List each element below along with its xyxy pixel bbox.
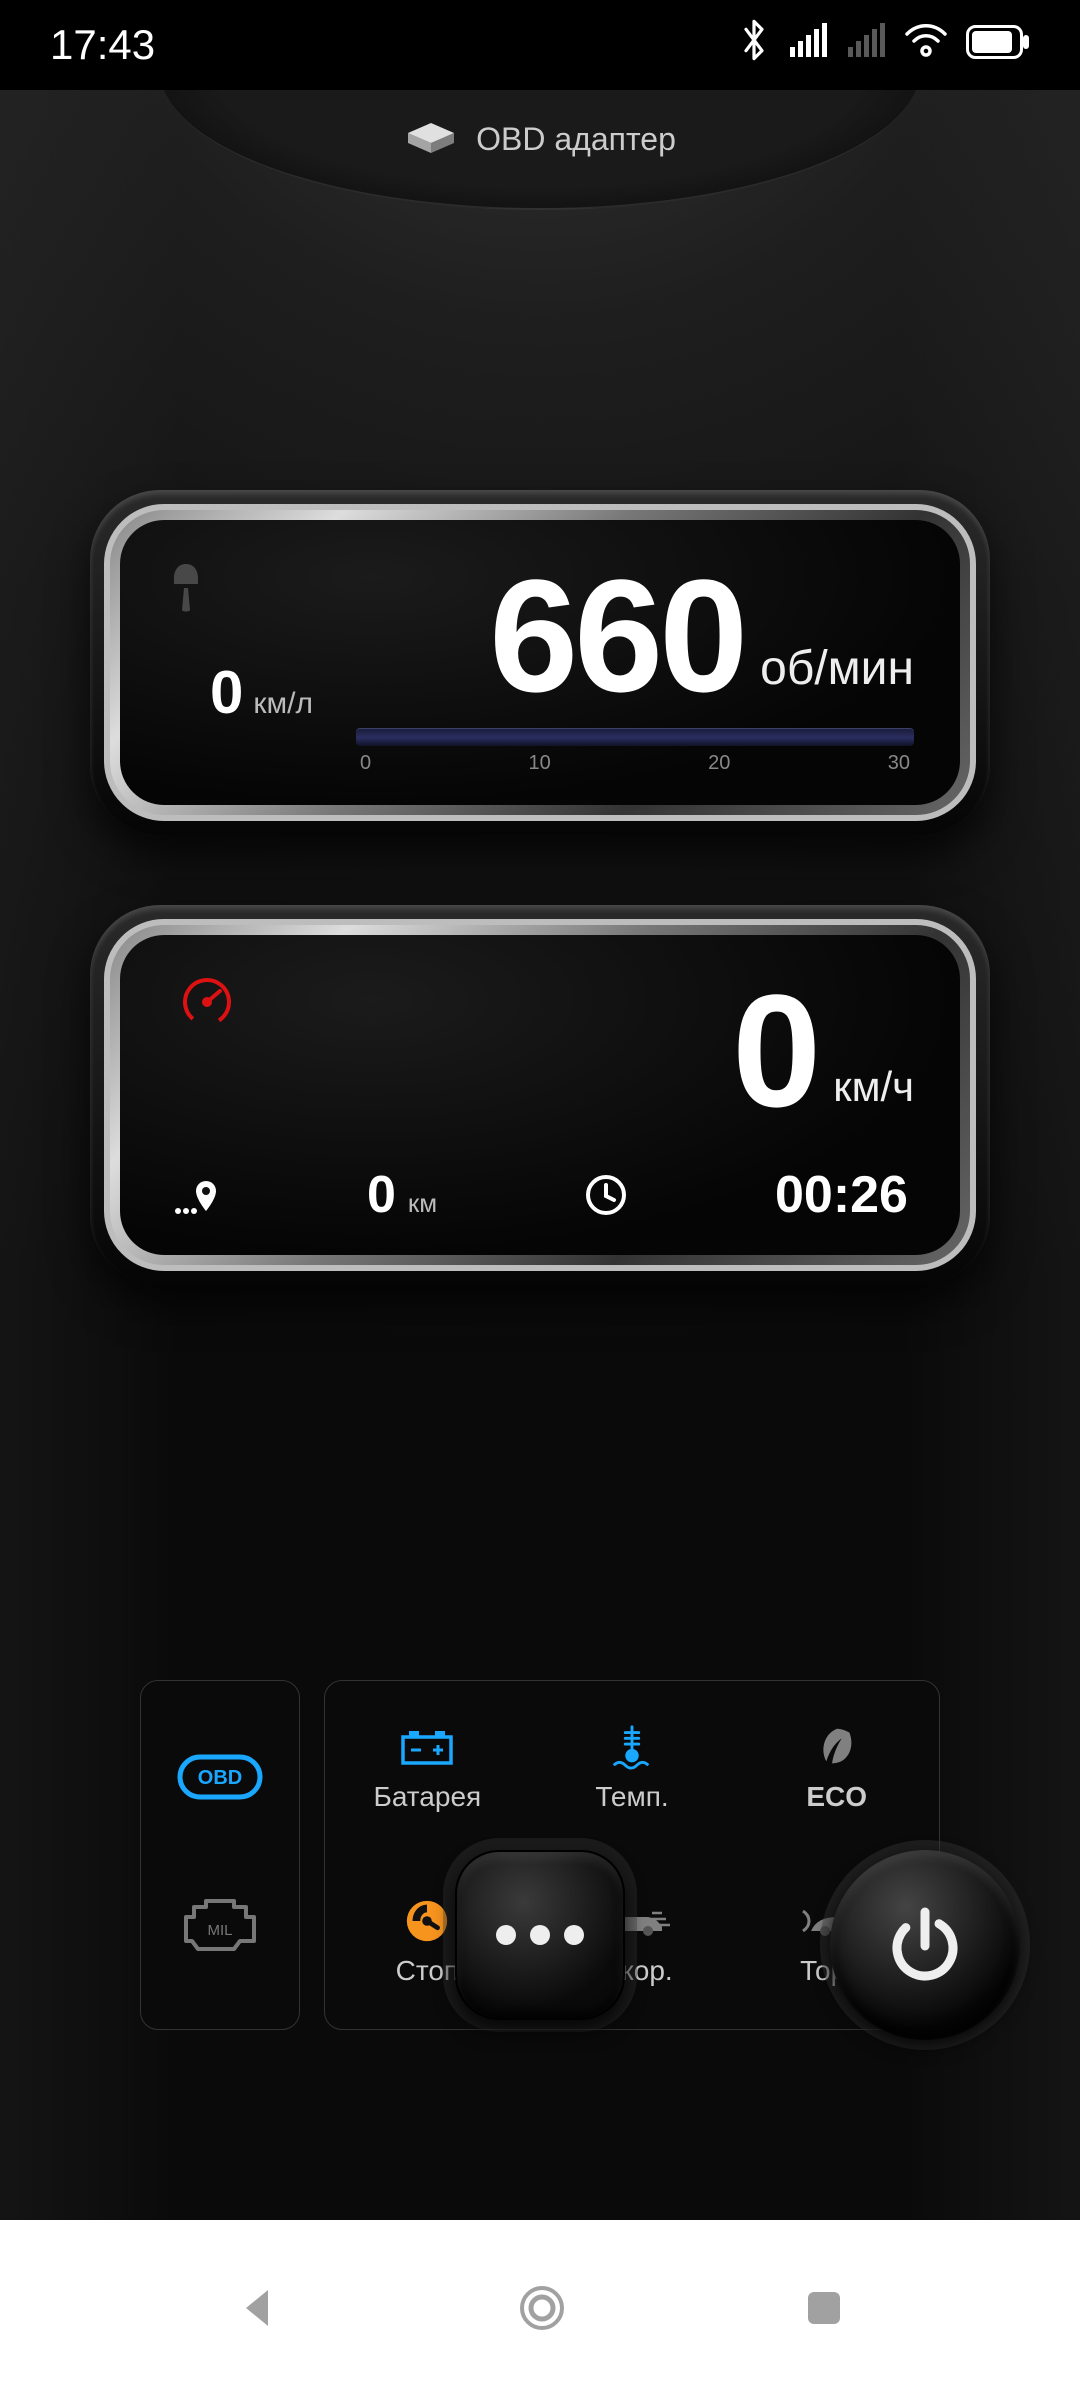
trip-distance-value: 0 [367,1165,396,1225]
indicator-label: ECO [806,1781,867,1813]
android-nav-bar [0,2220,1080,2400]
back-button[interactable] [234,2284,282,2337]
speed-unit: км/ч [833,1063,914,1111]
more-button[interactable] [455,1850,625,2020]
fuel-efficiency-unit: км/л [253,687,313,721]
clock-icon [584,1173,628,1217]
mil-indicator-button[interactable]: MIL [174,1895,266,1964]
svg-text:MIL: MIL [207,1922,232,1939]
indicator-label: Темп. [595,1781,668,1813]
obd-adapter-icon [404,119,458,159]
obd-indicator-button[interactable]: OBD [174,1747,266,1812]
rpm-bar: 0 10 20 30 [356,728,914,775]
location-pin-icon [172,1171,220,1219]
indicator-battery[interactable]: Батарея [325,1681,530,1855]
rpm-value: 660 [489,556,744,716]
obd-adapter-button[interactable]: OBD адаптер [160,90,920,210]
svg-text:OBD: OBD [198,1767,242,1789]
rpm-unit: об/мин [760,641,914,696]
recents-button[interactable] [802,2286,846,2335]
dot-icon [530,1925,550,1945]
speed-gauge-card[interactable]: 0 км/ч 0 км 00:26 [90,905,990,1285]
home-button[interactable] [516,2282,568,2339]
power-button[interactable] [830,1850,1020,2040]
speed-value: 0 [732,971,817,1131]
signal-icon [788,21,828,69]
fuel-efficiency-value: 0 [210,658,243,727]
battery-icon [966,21,1030,69]
status-icons [738,18,1030,72]
rpm-gauge-card[interactable]: 660 об/мин 0 км/л 0 10 20 30 [90,490,990,835]
dot-icon [564,1925,584,1945]
bluetooth-icon [738,18,770,72]
indicator-label: Батарея [373,1781,481,1813]
dot-icon [496,1925,516,1945]
status-bar: 17:43 [0,0,1080,90]
gauge-icon [180,975,234,1034]
wifi-icon [904,21,948,69]
obd-adapter-label: OBD адаптер [476,121,676,158]
indicator-temperature[interactable]: Темп. [530,1681,735,1855]
clock-time: 17:43 [50,21,155,69]
indicator-eco[interactable]: ECO [734,1681,939,1855]
trip-time-value: 00:26 [775,1165,908,1225]
power-icon [880,1900,970,1990]
lock-icon [166,562,206,619]
signal-2-icon [846,21,886,69]
indicator-label: Стоп [396,1955,459,1987]
trip-distance-unit: км [408,1188,437,1219]
